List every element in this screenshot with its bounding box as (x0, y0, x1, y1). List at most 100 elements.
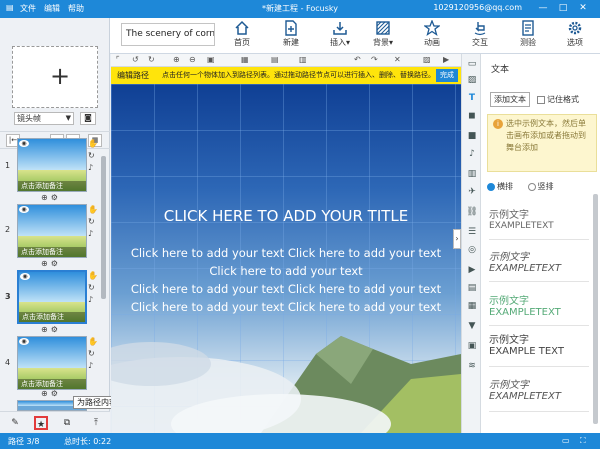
horizontal-label: 横排 (497, 182, 513, 191)
grid-icon[interactable]: ▦ (241, 55, 249, 64)
collapse-panel-button[interactable]: › (453, 229, 461, 249)
slide-text-line[interactable]: Click here to add your text Click here t… (111, 246, 461, 260)
sample-text-2[interactable]: 示例文字 EXAMPLETEXT (489, 244, 589, 282)
undo-icon[interactable]: ↶ (354, 55, 361, 64)
text-icon[interactable]: T (466, 92, 478, 104)
align-icon[interactable]: ▤ (271, 55, 279, 64)
home-button[interactable]: 首页 (222, 20, 262, 52)
slide-canvas[interactable]: CLICK HERE TO ADD YOUR TITLE Click here … (111, 84, 461, 433)
project-name-field[interactable]: The scenery of corn (121, 23, 215, 46)
screen-icon[interactable]: ▭ (562, 436, 570, 445)
panel-scrollbar[interactable] (593, 194, 598, 424)
fullscreen-icon[interactable]: ⛶ (580, 436, 586, 446)
slide-side-icons[interactable]: ✋ ↻ ♪ (88, 204, 98, 240)
remember-format-checkbox[interactable]: 记住格式 (537, 94, 579, 105)
lock-icon[interactable]: ▣ (207, 55, 215, 64)
vertical-radio[interactable]: 竖排 (527, 182, 554, 191)
zoom-out-icon[interactable]: ⊖ (189, 55, 196, 64)
move-top-icon[interactable]: ⤒ (89, 416, 103, 430)
maximize-button[interactable]: □ (556, 2, 570, 15)
slide-thumbnail-3[interactable]: ◉ 点击添加备注 (17, 270, 87, 324)
eye-icon[interactable]: ◉ (19, 338, 29, 345)
minimize-button[interactable]: — (536, 2, 550, 15)
quiz-button[interactable]: 测验 (508, 20, 548, 52)
eye-icon[interactable]: ◉ (19, 140, 29, 147)
layers-icon[interactable]: ≋ (466, 360, 478, 372)
image-icon[interactable]: ▨ (423, 55, 431, 64)
add-path-animation-button[interactable]: ★ (34, 416, 48, 430)
animation-button[interactable]: 动画 (412, 20, 452, 52)
video-icon[interactable]: ▭ (466, 58, 478, 70)
slide-note[interactable]: 点击添加备注 (19, 312, 85, 322)
rotate-ccw-icon[interactable]: ↺ (132, 55, 139, 64)
sample-text-1[interactable]: 示例文字 EXAMPLETEXT (489, 204, 589, 240)
slide-note[interactable]: 点击添加备注 (18, 181, 86, 191)
delete-icon[interactable]: ✕ (394, 55, 401, 64)
zoom-in-icon[interactable]: ⊕ (173, 55, 180, 64)
background-button[interactable]: 背景▾ (363, 20, 403, 52)
checkbox-icon (537, 95, 545, 104)
interaction-icon (474, 22, 486, 36)
image-icon[interactable]: ▨ (466, 74, 478, 86)
options-button[interactable]: 选项 (556, 20, 594, 52)
slide-side-icons[interactable]: ✋ ↻ ♪ (88, 336, 98, 372)
slide-sub-icons[interactable]: ⊕⚙ (41, 259, 61, 268)
frame-type-select[interactable]: 镜头帧 ▼ (14, 112, 74, 125)
slide-note[interactable]: 点击添加备注 (18, 379, 86, 389)
sample-text-5[interactable]: 示例文字 EXAMPLETEXT (489, 372, 589, 412)
new-frame-button[interactable]: + (12, 46, 98, 108)
sample-cn: 示例文字 (489, 335, 529, 346)
shape-icon[interactable]: ■ (466, 130, 478, 142)
slide-text-line[interactable]: Click here to add your text Click here t… (111, 282, 461, 296)
eye-icon[interactable]: ◉ (19, 206, 29, 213)
account-email[interactable]: 1029120956@qq.com (433, 3, 522, 12)
compass-icon[interactable]: ◎ (466, 244, 478, 256)
slide-title[interactable]: CLICK HERE TO ADD YOUR TITLE (111, 207, 461, 225)
close-button[interactable]: ✕ (576, 2, 590, 15)
path-indicator: 路径 3/8 (8, 437, 40, 446)
sample-text-3[interactable]: 示例文字 EXAMPLETEXT (489, 286, 589, 326)
slide-text-line[interactable]: Click here to add your text Click here t… (111, 300, 461, 314)
music-icon[interactable]: ♪ (466, 148, 478, 160)
slide-thumbnail-1[interactable]: ◉ 点击添加备注 (17, 138, 87, 192)
copy-icon[interactable]: ⧉ (60, 416, 74, 430)
preview-icon[interactable]: ▶ (443, 55, 449, 64)
insert-button[interactable]: 插入▾ (320, 20, 360, 52)
path-tool-icon[interactable]: ⌜ (116, 55, 120, 64)
camera-button[interactable]: ◙ (80, 112, 96, 125)
sample-cn: 示例文字 (489, 252, 529, 263)
speech-bubble-icon[interactable]: ◼ (466, 110, 478, 122)
play-icon[interactable]: ▶ (466, 264, 478, 276)
background-label: 背景▾ (372, 38, 393, 47)
photo-icon[interactable]: ▤ (466, 282, 478, 294)
chart-icon[interactable]: ▥ (466, 168, 478, 180)
slide-side-icons[interactable]: ✋ ↻ ♪ (88, 270, 98, 306)
edit-icon[interactable]: ✎ (8, 416, 22, 430)
redo-icon[interactable]: ↷ (371, 55, 378, 64)
flash-icon[interactable]: ☰ (466, 226, 478, 238)
radio-icon (527, 182, 536, 191)
slide-text-line[interactable]: Click here to add your text (111, 264, 461, 278)
done-button[interactable]: 完成 (436, 69, 458, 82)
slide-list-scrollbar[interactable] (101, 156, 106, 299)
table-icon[interactable]: ▦ (466, 300, 478, 312)
interaction-button[interactable]: 交互 (460, 20, 500, 52)
link-icon[interactable]: ⛓ (466, 206, 478, 218)
eye-icon[interactable]: ◉ (20, 273, 30, 280)
slide-thumbnail-4[interactable]: ◉ 点击添加备注 (17, 336, 87, 390)
add-text-button[interactable]: 添加文本 (490, 92, 530, 107)
shirt-icon[interactable]: ▼ (466, 320, 478, 332)
horizontal-radio[interactable]: 横排 (487, 182, 513, 191)
new-button[interactable]: 新建 (271, 20, 311, 52)
slide-sub-icons[interactable]: ⊕⚙ (41, 193, 61, 202)
slide-sub-icons[interactable]: ⊕⚙ (41, 325, 61, 334)
layout-icon[interactable]: ▣ (466, 340, 478, 352)
sample-text-4[interactable]: 示例文字 EXAMPLE TEXT (489, 329, 589, 367)
layer-icon[interactable]: ▥ (299, 55, 307, 64)
rotate-cw-icon[interactable]: ↻ (148, 55, 155, 64)
airplane-icon[interactable]: ✈ (466, 186, 478, 198)
slide-sub-icons[interactable]: ⊕⚙ (41, 389, 61, 398)
slide-note[interactable]: 点击添加备注 (18, 247, 86, 257)
slide-thumbnail-2[interactable]: ◉ 点击添加备注 (17, 204, 87, 258)
slide-side-icons[interactable]: ✋ ↻ ♪ (88, 138, 98, 174)
